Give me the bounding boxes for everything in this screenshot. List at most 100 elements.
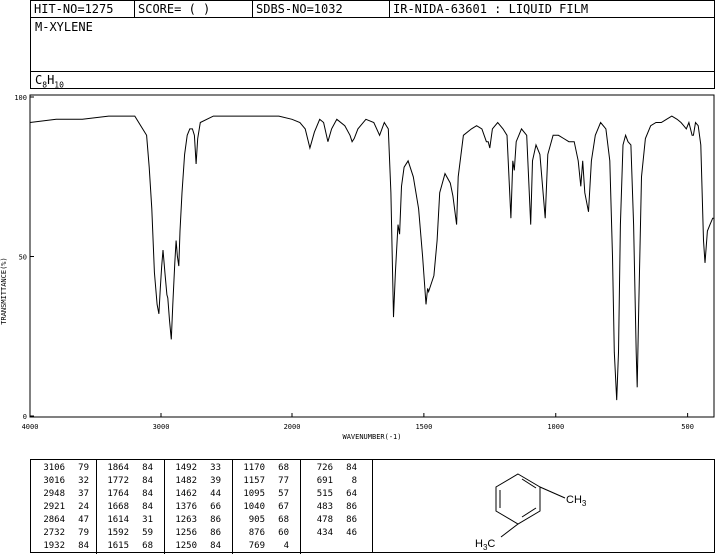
methyl-bond-bottom	[500, 523, 519, 538]
spectrum-line	[29, 115, 714, 401]
peak-transmittance: 84	[142, 476, 153, 486]
peak-wavenumber: 2732	[43, 528, 65, 538]
peak-row: 483 86	[303, 501, 357, 514]
peak-wavenumber: 515	[316, 489, 333, 499]
peak-row: 1492 33	[167, 462, 221, 475]
peak-transmittance: 77	[278, 476, 289, 486]
peak-transmittance: 68	[278, 463, 289, 473]
peak-row: 769 4	[235, 540, 289, 553]
peak-transmittance: 84	[142, 489, 153, 499]
peak-transmittance: 84	[78, 541, 89, 551]
peak-wavenumber: 483	[316, 502, 333, 512]
peak-row: 1864 84	[99, 462, 153, 475]
peak-wavenumber: 1932	[43, 541, 65, 551]
peak-row: 3016 32	[35, 475, 89, 488]
ir-sample-info: IR-NIDA-63601 : LIQUID FILM	[393, 2, 589, 16]
peak-wavenumber: 1250	[175, 541, 197, 551]
peak-row: 1772 84	[99, 475, 153, 488]
peak-column: 1492 33 1482 39 1462 44 1376 66 1263 86 1256 86 1250…	[167, 462, 221, 553]
peak-transmittance: 79	[78, 463, 89, 473]
peak-wavenumber: 2864	[43, 515, 65, 525]
peak-row: 1764 84	[99, 488, 153, 501]
peak-row: 2948 37	[35, 488, 89, 501]
peak-transmittance: 44	[210, 489, 221, 499]
peak-transmittance: 47	[78, 515, 89, 525]
peak-wavenumber: 1263	[175, 515, 197, 525]
y-axis-label: TRANSMITTANCE(%)	[0, 257, 8, 324]
peak-row: 2864 47	[35, 514, 89, 527]
peak-transmittance: 66	[210, 502, 221, 512]
peak-row: 1095 57	[235, 488, 289, 501]
x-tick-label: 2000	[284, 423, 301, 431]
peak-row: 1170 68	[235, 462, 289, 475]
y-tick-label: 0	[23, 413, 27, 421]
peak-wavenumber: 3016	[43, 476, 65, 486]
peak-row: 1376 66	[167, 501, 221, 514]
y-tick-label: 50	[19, 254, 27, 262]
peak-transmittance: 64	[346, 489, 357, 499]
peak-row: 515 64	[303, 488, 357, 501]
peak-row: 1615 68	[99, 540, 153, 553]
peak-table-divider	[232, 460, 233, 554]
peak-transmittance: 57	[278, 489, 289, 499]
peak-row: 1932 84	[35, 540, 89, 553]
peak-table-divider	[300, 460, 301, 554]
peak-row: 1592 59	[99, 527, 153, 540]
plot-frame	[29, 94, 715, 418]
peak-wavenumber: 478	[316, 515, 333, 525]
peak-row: 3106 79	[35, 462, 89, 475]
peak-wavenumber: 1482	[175, 476, 197, 486]
peak-wavenumber: 1376	[175, 502, 197, 512]
score-field: SCORE= ( )	[138, 2, 211, 16]
peak-transmittance: 68	[278, 515, 289, 525]
y-tick-label: 100	[14, 94, 27, 102]
peak-row: 905 68	[235, 514, 289, 527]
peak-transmittance: 59	[142, 528, 153, 538]
peak-wavenumber: 1256	[175, 528, 197, 538]
x-tick-label: 1500	[415, 423, 432, 431]
peak-row: 1256 86	[167, 527, 221, 540]
x-tick-label: 1000	[547, 423, 564, 431]
peak-row: 1040 67	[235, 501, 289, 514]
peak-row: 1482 39	[167, 475, 221, 488]
peak-table-divider	[96, 460, 97, 554]
peak-row: 2732 79	[35, 527, 89, 540]
peak-wavenumber: 1615	[107, 541, 129, 551]
peak-transmittance: 46	[346, 528, 357, 538]
peak-row: 726 84	[303, 462, 357, 475]
structure-box: CH3 H3C	[372, 459, 715, 553]
header-bar: HIT-NO=1275 SCORE= ( ) SDBS-NO=1032 IR-N…	[30, 0, 715, 18]
peak-transmittance: 31	[142, 515, 153, 525]
peak-wavenumber: 1864	[107, 463, 129, 473]
peak-transmittance: 86	[210, 515, 221, 525]
peak-row: 1263 86	[167, 514, 221, 527]
formula-box: C8H10	[30, 71, 715, 89]
peak-row: 1614 31	[99, 514, 153, 527]
x-tick-label: 3000	[153, 423, 170, 431]
peak-wavenumber: 726	[316, 463, 333, 473]
peak-wavenumber: 1592	[107, 528, 129, 538]
peak-wavenumber: 1157	[243, 476, 265, 486]
x-tick-label: 4000	[22, 423, 39, 431]
compound-name-box: M-XYLENE	[30, 17, 715, 72]
compound-name: M-XYLENE	[35, 20, 93, 34]
peak-row: 876 60	[235, 527, 289, 540]
peak-wavenumber: 876	[248, 528, 265, 538]
peak-column: 1170 68 1157 77 1095 57 1040 67 905 68 876 60 769 4	[235, 462, 289, 553]
peak-wavenumber: 1170	[243, 463, 265, 473]
peak-wavenumber: 1462	[175, 489, 197, 499]
peak-row: 691 8	[303, 475, 357, 488]
peak-wavenumber: 1492	[175, 463, 197, 473]
peak-wavenumber: 1668	[107, 502, 129, 512]
m-xylene-structure: CH3 H3C	[475, 473, 587, 552]
peak-wavenumber: 2948	[43, 489, 65, 499]
peak-table-divider	[164, 460, 165, 554]
peak-wavenumber: 1095	[243, 489, 265, 499]
peak-row: 1462 44	[167, 488, 221, 501]
peak-transmittance: 86	[346, 502, 357, 512]
peak-transmittance: 84	[142, 502, 153, 512]
y-axis: 0 50 100	[14, 94, 34, 421]
peak-transmittance: 39	[210, 476, 221, 486]
peak-row: 1250 84	[167, 540, 221, 553]
peak-transmittance: 37	[78, 489, 89, 499]
